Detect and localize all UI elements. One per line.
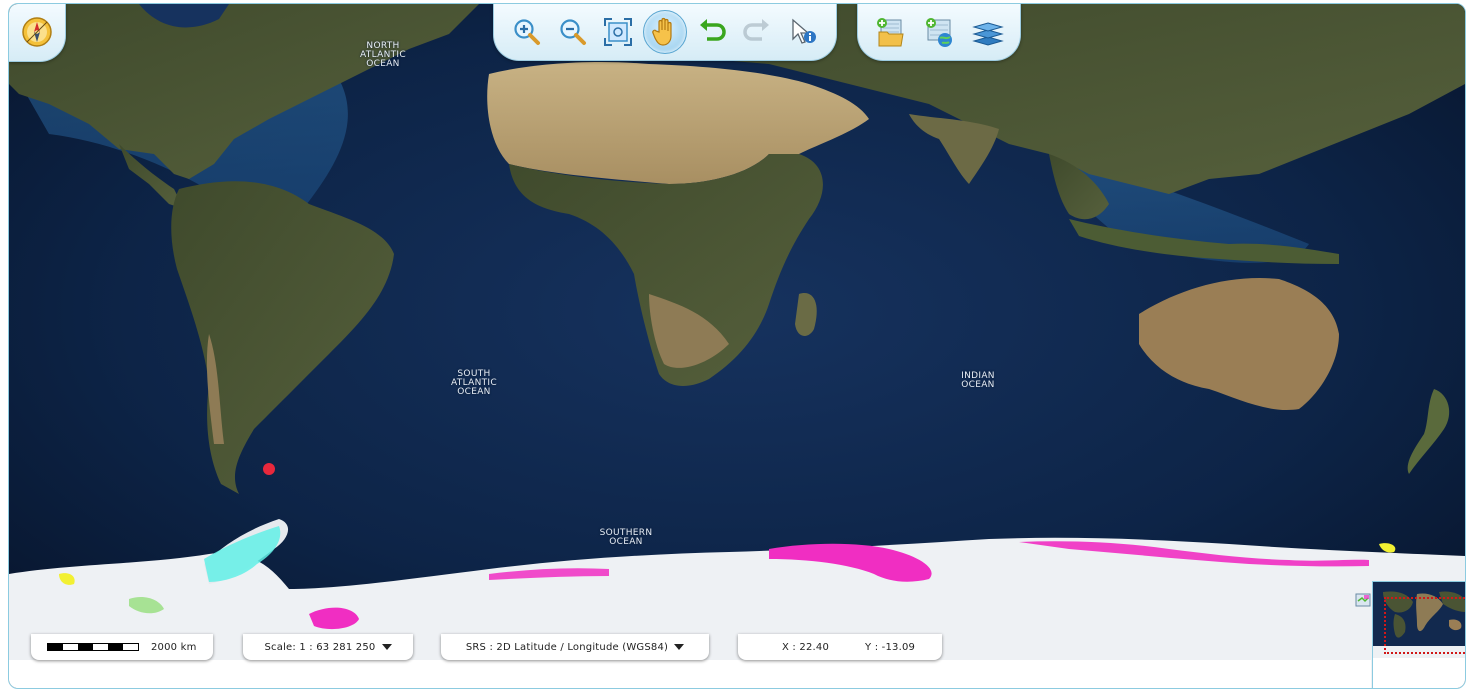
ocean-label-southern: SOUTHERN OCEAN xyxy=(591,529,661,547)
add-layer-folder-icon[interactable] xyxy=(869,11,911,53)
add-web-layer-icon[interactable] xyxy=(918,11,960,53)
label-line: OCEAN xyxy=(457,387,491,397)
map-toolbar xyxy=(493,4,837,61)
srs-selector[interactable]: SRS : 2D Latitude / Longitude (WGS84) xyxy=(441,634,709,660)
info-cursor-icon[interactable] xyxy=(782,11,824,53)
scale-bar-graphic xyxy=(47,643,139,651)
map-frame: NORTH ATLANTIC OCEAN SOUTH ATLANTIC OCEA… xyxy=(8,3,1466,689)
label-line: OCEAN xyxy=(609,537,643,547)
scale-selector[interactable]: Scale: 1 : 63 281 250 xyxy=(243,634,413,660)
scale-bar: 2000 km xyxy=(31,634,213,660)
y-coordinate: Y : -13.09 xyxy=(865,641,916,653)
redo-icon[interactable] xyxy=(736,11,778,53)
ocean-label-north-atlantic: NORTH ATLANTIC OCEAN xyxy=(349,42,417,69)
chevron-down-icon[interactable] xyxy=(674,644,685,650)
layers-icon[interactable] xyxy=(967,11,1009,53)
coordinate-readout: X : 22.40 Y : -13.09 xyxy=(738,634,942,660)
overview-map[interactable] xyxy=(1355,581,1465,688)
scale-bar-label: 2000 km xyxy=(151,641,197,653)
falklands-highlight xyxy=(263,463,275,475)
compass-toolbar xyxy=(9,4,66,62)
undo-icon[interactable] xyxy=(691,11,733,53)
layer-toolbar xyxy=(857,4,1021,61)
ocean-label-south-atlantic: SOUTH ATLANTIC OCEAN xyxy=(439,370,509,397)
scale-text: Scale: 1 : 63 281 250 xyxy=(264,641,376,653)
pan-hand-icon[interactable] xyxy=(642,9,687,54)
ocean-label-indian: INDIAN OCEAN xyxy=(945,372,1011,390)
label-line: OCEAN xyxy=(366,59,400,69)
compass-icon[interactable] xyxy=(16,11,58,53)
label-line: OCEAN xyxy=(961,380,995,390)
overview-toggle-icon[interactable] xyxy=(1355,592,1371,608)
overview-extent-box[interactable] xyxy=(1384,597,1465,654)
zoom-out-icon[interactable] xyxy=(552,11,594,53)
zoom-in-icon[interactable] xyxy=(506,11,548,53)
status-strip xyxy=(9,660,1371,688)
chevron-down-icon[interactable] xyxy=(381,644,392,650)
world-map[interactable] xyxy=(9,4,1465,688)
x-coordinate: X : 22.40 xyxy=(782,641,830,653)
zoom-extent-icon[interactable] xyxy=(597,11,639,53)
srs-text: SRS : 2D Latitude / Longitude (WGS84) xyxy=(465,641,669,653)
